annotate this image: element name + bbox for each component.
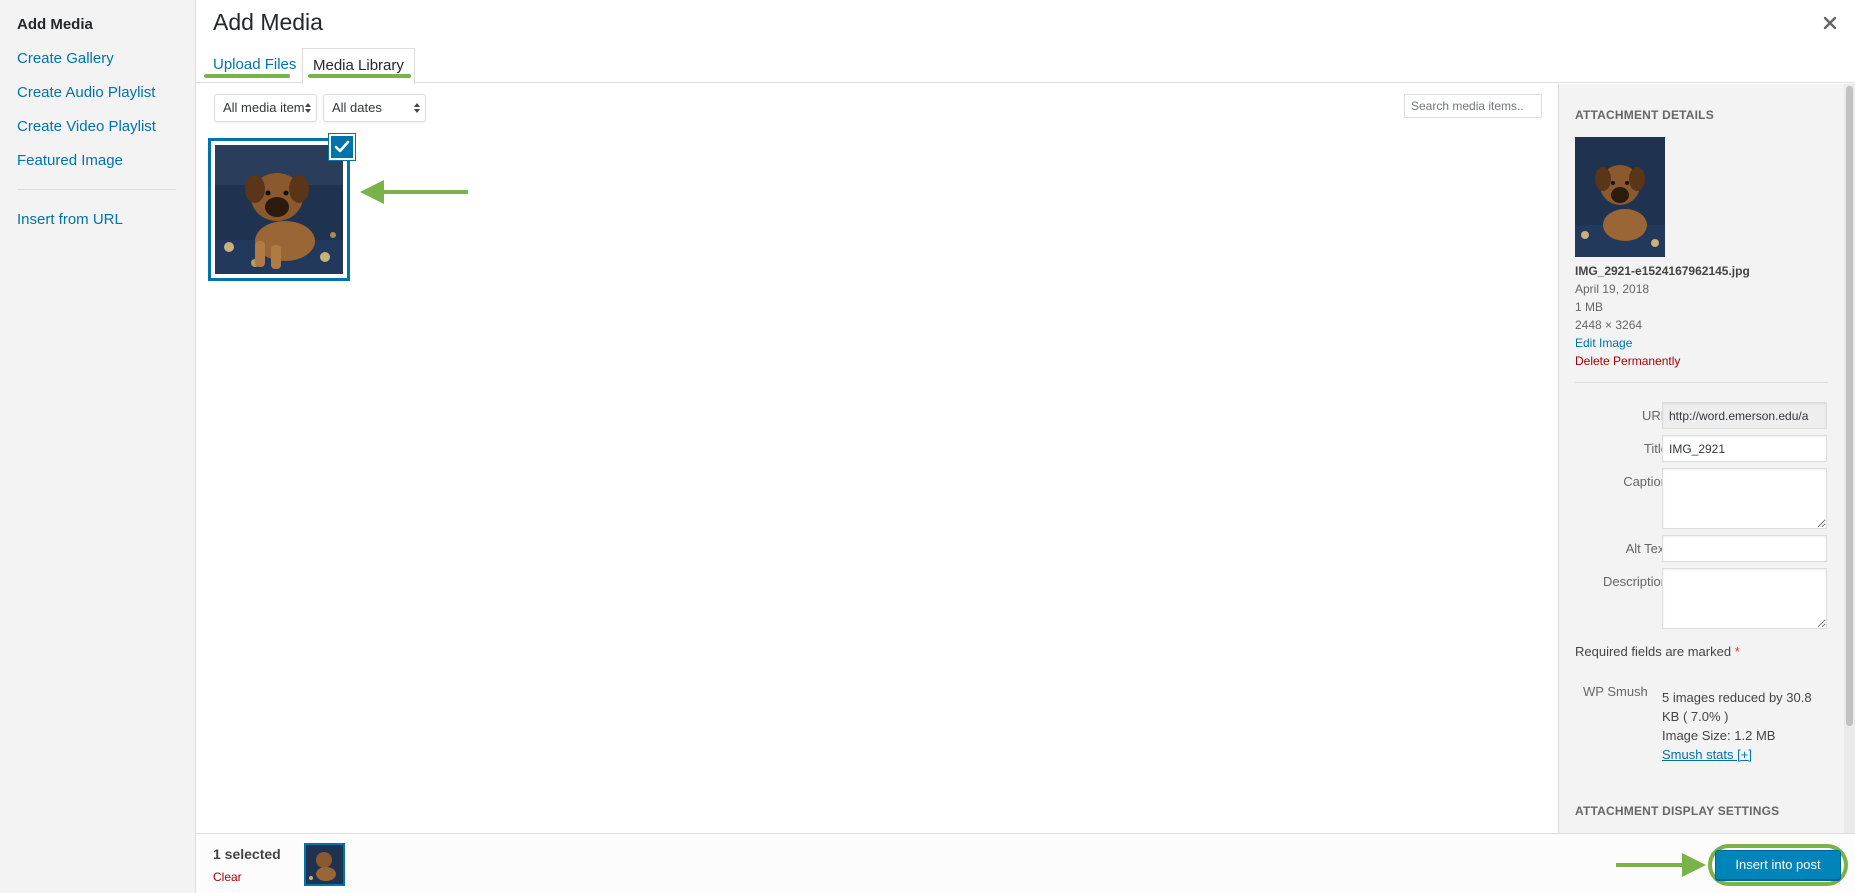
details-thumbnail [1575,137,1665,257]
required-asterisk: * [1734,644,1740,659]
title-field[interactable] [1662,435,1827,462]
required-note-text: Required fields are marked [1575,644,1732,659]
selected-check-icon[interactable] [329,134,355,160]
date-filter[interactable]: All dates [323,94,426,122]
media-type-filter[interactable]: All media item [214,94,317,122]
details-divider [1575,382,1828,383]
delete-permanently-link[interactable]: Delete Permanently [1575,354,1680,368]
media-router: Upload Files Media Library [196,46,1855,84]
media-frame-menu: Add Media Create Gallery Create Audio Pl… [0,0,196,893]
smush-stat-line: 5 images reduced by 30.8 [1662,690,1812,705]
selection-thumbnail[interactable] [304,843,345,886]
select-arrows-icon [414,103,420,113]
annotation-underline-upload [204,74,290,78]
menu-item-insert-from-url[interactable]: Insert from URL [17,211,123,228]
details-date: April 19, 2018 [1575,282,1650,296]
media-toolbar-footer: 1 selected Clear Insert into post [196,833,1855,893]
edit-image-link[interactable]: Edit Image [1575,336,1632,350]
wp-smush-label: WP Smush [1583,684,1648,699]
media-type-filter-value: All media item [223,100,305,115]
caption-field[interactable] [1662,468,1827,529]
description-field[interactable] [1662,568,1827,629]
menu-title: Add Media [17,16,93,33]
menu-item-create-gallery[interactable]: Create Gallery [17,50,114,67]
menu-separator [17,189,176,190]
details-filename: IMG_2921-e1524167962145.jpg [1575,264,1750,278]
annotation-underline-library [308,74,411,78]
select-arrows-icon [305,103,311,113]
details-filesize: 1 MB [1575,300,1604,314]
clear-selection-link[interactable]: Clear [213,870,242,884]
frame-title: Add Media [213,9,323,35]
alt-text-field[interactable] [1662,535,1827,562]
selection-count: 1 selected [213,846,281,862]
annotation-arrow-icon [360,180,468,204]
description-label: Description [1602,574,1668,589]
smush-stat-line: KB ( 7.0% ) [1662,709,1729,724]
smush-image-size: Image Size: 1.2 MB [1662,728,1776,743]
annotation-arrow-icon [1616,853,1706,877]
smush-stats-link[interactable]: Smush stats [+] [1662,747,1752,762]
display-settings-heading: Attachment Display Settings [1575,804,1780,818]
tab-media-library[interactable]: Media Library [302,48,415,84]
attachment-thumbnail [215,145,343,274]
menu-item-create-video-playlist[interactable]: Create Video Playlist [17,118,156,135]
date-filter-value: All dates [332,100,382,115]
insert-into-post-button[interactable]: Insert into post [1715,850,1841,880]
required-fields-note: Required fields are marked * [1575,644,1740,659]
attachment-details-heading: Attachment Details [1575,108,1714,122]
attachment-details-sidebar: Attachment Details IMG_2921-e15241679621… [1558,84,1855,833]
sidebar-scrollbar[interactable] [1844,84,1855,833]
close-icon[interactable] [1818,11,1842,35]
details-dimensions: 2448 × 3264 [1575,318,1643,332]
menu-item-featured-image[interactable]: Featured Image [17,152,123,169]
search-input[interactable] [1404,94,1542,118]
menu-item-create-audio-playlist[interactable]: Create Audio Playlist [17,84,155,101]
url-field[interactable] [1662,402,1827,429]
